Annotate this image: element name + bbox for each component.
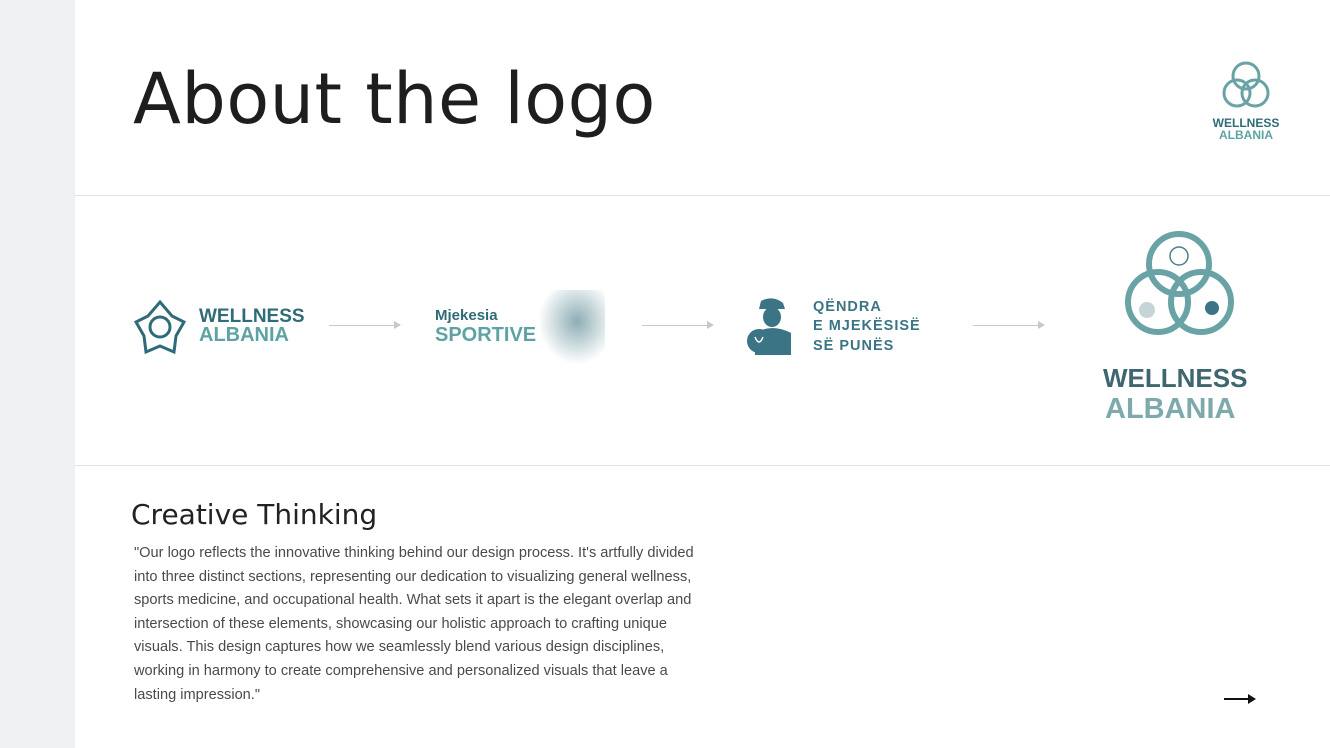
divider [75,465,1330,466]
page-title: About the logo [133,58,656,140]
arrow-connector [329,321,401,329]
logo-wellness-albania-final: WELLNESS ALBANIA [1100,230,1260,425]
section-description: "Our logo reflects the innovative thinki… [134,545,694,703]
left-sidebar-strip [0,0,75,748]
interlocking-circles-icon [1222,61,1270,108]
section-heading: Creative Thinking [131,498,378,531]
logo-mjekesia-sportive: Mjekesia SPORTIVE [435,290,610,370]
corner-logo: WELLNESS ALBANIA [1212,60,1280,141]
flower-knot-icon [133,299,187,355]
interlocking-circles-icon [1125,231,1234,335]
runner-particles-icon [535,290,605,368]
worker-doctor-icon [747,298,791,355]
arrow-connector [973,321,1045,329]
divider [75,195,1330,196]
arrow-connector [642,321,714,329]
next-arrow-button[interactable] [1224,694,1256,704]
